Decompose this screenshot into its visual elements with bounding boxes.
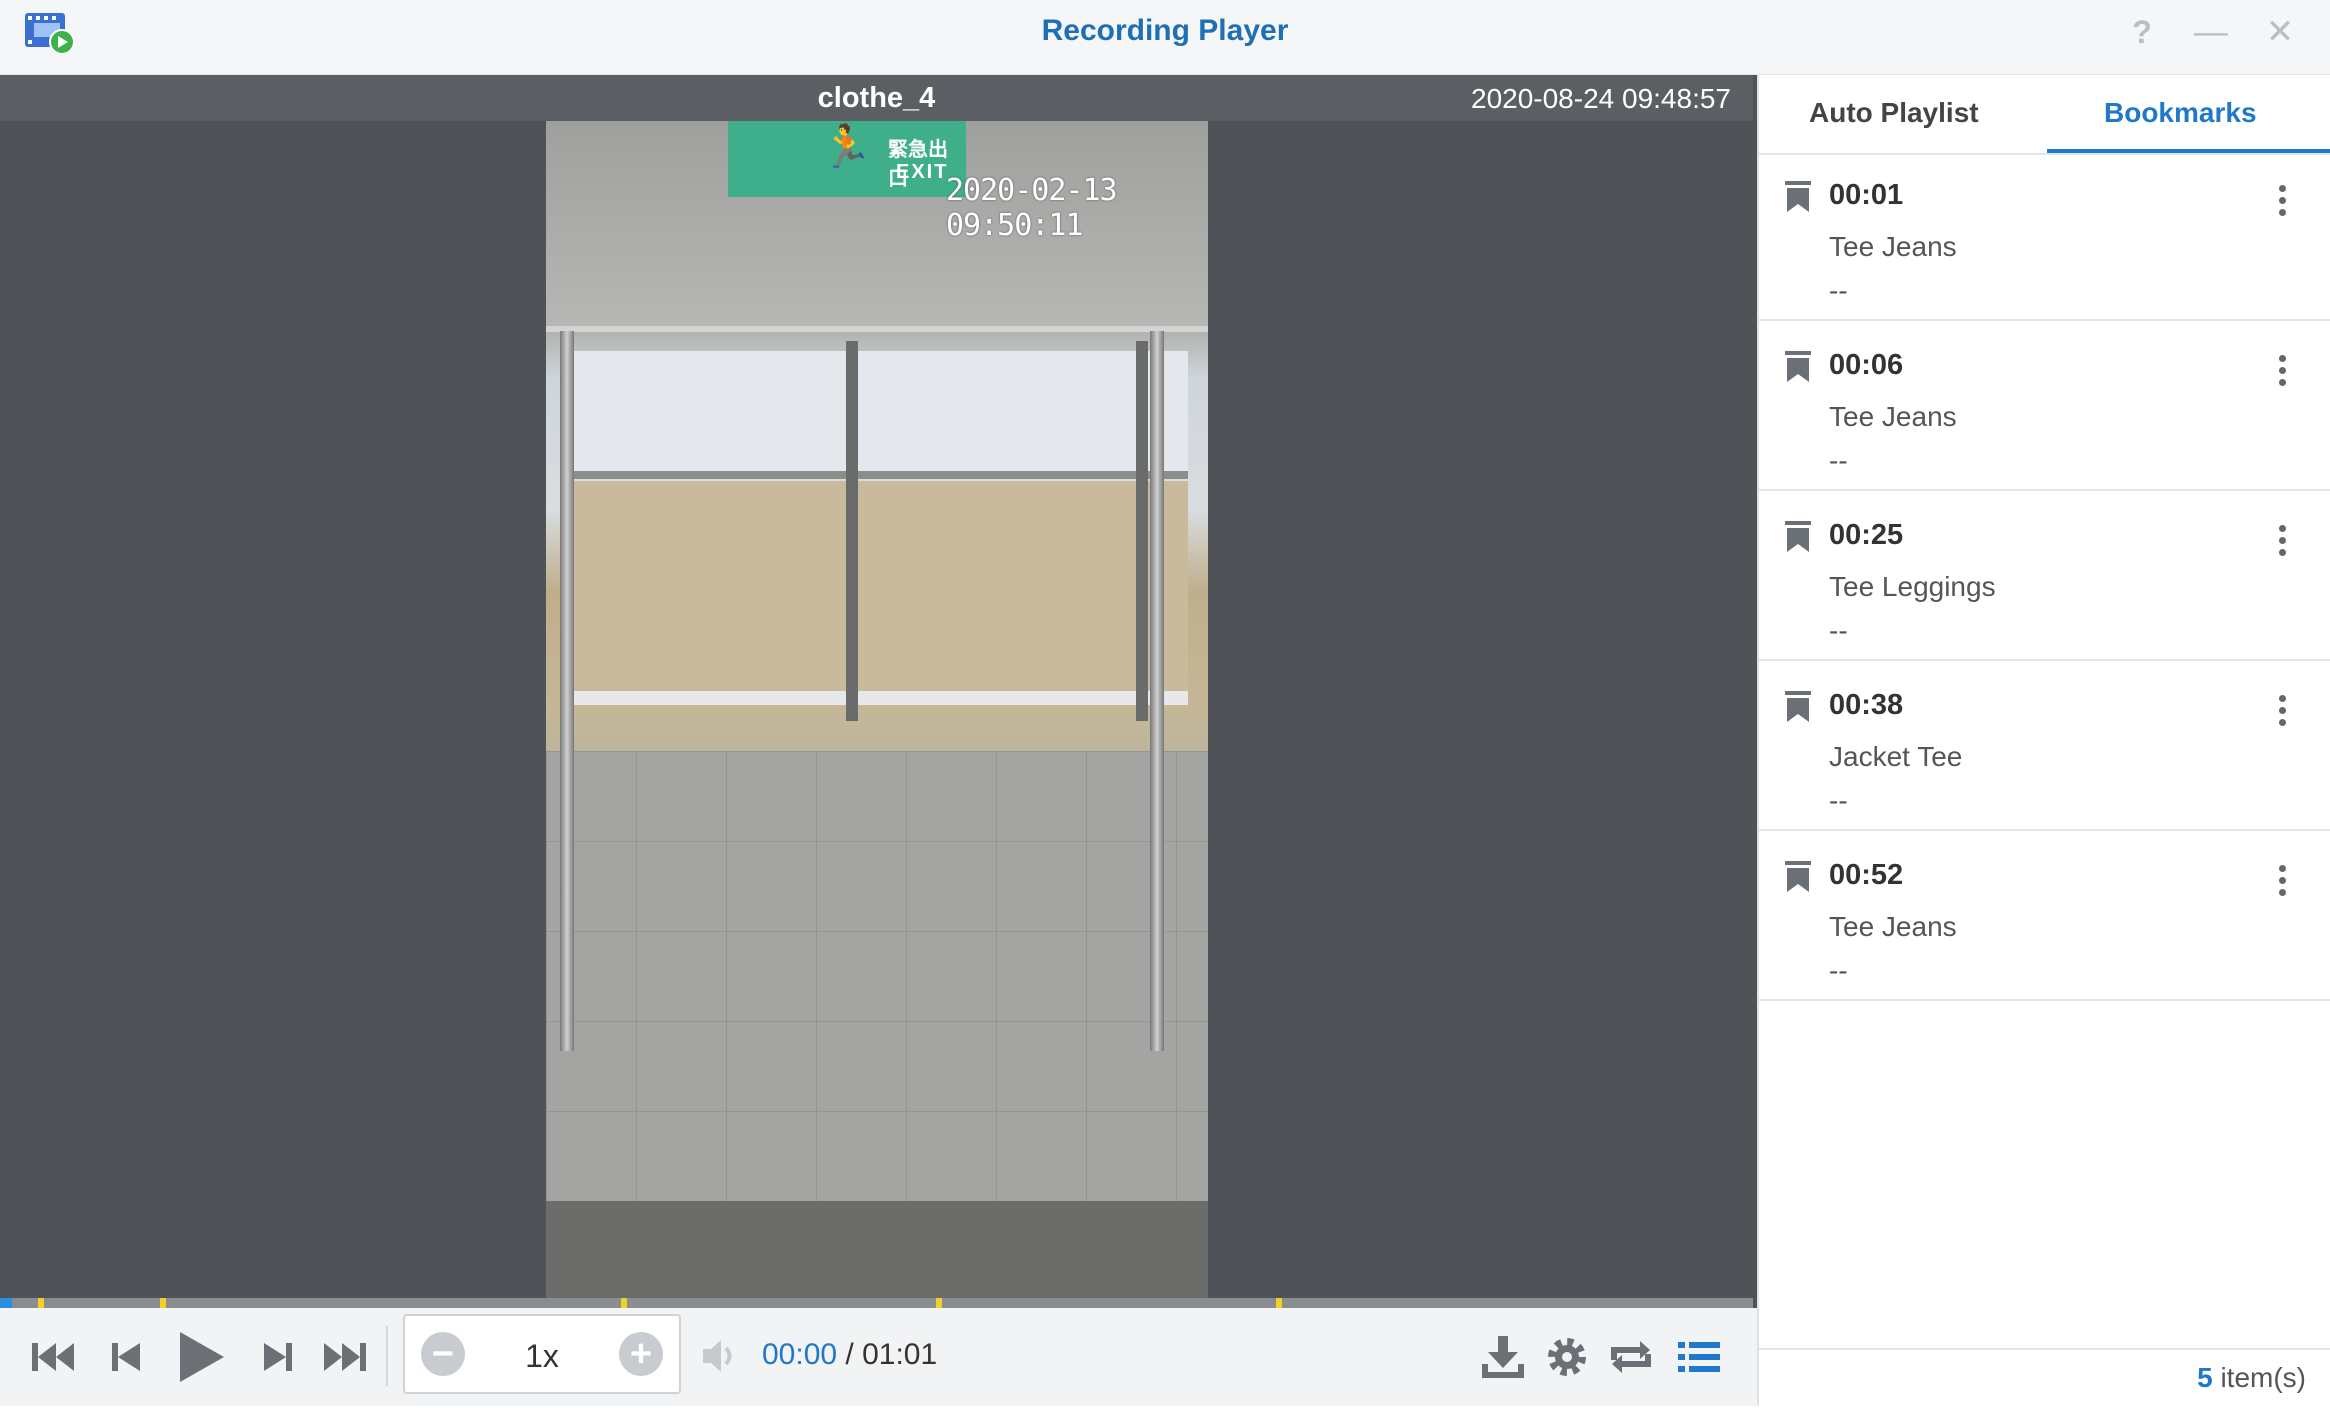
bookmark-label: Jacket Tee — [1829, 741, 1963, 772]
bookmark-time: 00:25 — [1829, 519, 1904, 551]
more-options-icon[interactable] — [2279, 865, 2287, 896]
bookmark-time: 00:01 — [1829, 179, 1904, 211]
tab-bookmarks[interactable]: Bookmarks — [2104, 97, 2257, 129]
bookmark-description: -- — [1829, 785, 1848, 816]
control-bar: − 1x + 00:00 / 01:01 — [0, 1308, 1757, 1406]
video-viewport[interactable]: 🏃 緊急出口 EXIT 2020-02-13 09:50:11 — [0, 121, 1753, 1298]
bookmark-description: -- — [1829, 275, 1848, 306]
bookmark-icon — [1785, 691, 1811, 723]
timeline-bookmark-marker[interactable] — [38, 1298, 44, 1308]
control-separator — [386, 1326, 388, 1386]
help-button[interactable]: ? — [2122, 12, 2162, 52]
bookmark-label: Tee Jeans — [1829, 401, 1957, 432]
time-display: 00:00 / 01:01 — [762, 1338, 937, 1372]
minimize-button[interactable]: — — [2191, 12, 2231, 52]
close-button[interactable]: ✕ — [2260, 12, 2300, 52]
bookmark-time: 00:52 — [1829, 859, 1904, 891]
item-count-number: 5 — [2197, 1362, 2213, 1393]
decrease-speed-button[interactable]: − — [421, 1332, 465, 1376]
skip-to-end-icon[interactable] — [318, 1330, 372, 1384]
bookmark-icon — [1785, 861, 1811, 893]
more-options-icon[interactable] — [2279, 185, 2287, 216]
bookmark-icon — [1785, 521, 1811, 553]
video-scene-window — [566, 351, 1188, 479]
time-separator: / — [837, 1338, 863, 1371]
video-scene-door-handle — [560, 331, 574, 1051]
bookmark-item[interactable]: 00:01 Tee Jeans -- — [1759, 151, 2330, 321]
play-icon[interactable] — [170, 1326, 232, 1388]
bookmark-icon — [1785, 181, 1811, 213]
volume-icon[interactable] — [697, 1334, 741, 1378]
video-scene-mullion — [1136, 341, 1148, 721]
bookmark-item[interactable]: 00:38 Jacket Tee -- — [1759, 661, 2330, 831]
timeline-progress — [0, 1298, 12, 1308]
playlist-toggle-icon[interactable] — [1672, 1330, 1726, 1384]
exit-sign: 🏃 緊急出口 EXIT — [728, 121, 966, 197]
running-man-icon: 🏃 — [820, 123, 873, 170]
recording-datetime: 2020-08-24 09:48:57 — [1471, 83, 1731, 114]
playback-speed-control: − 1x + — [403, 1314, 681, 1394]
video-scene-hall — [566, 481, 1188, 705]
video-scene-floor — [546, 751, 1208, 1231]
video-player: clothe_4 2020-08-24 09:48:57 🏃 緊急出口 EXIT… — [0, 75, 1757, 1406]
video-scene-mat — [546, 1201, 1208, 1298]
more-options-icon[interactable] — [2279, 695, 2287, 726]
bookmark-label: Tee Leggings — [1829, 571, 1996, 602]
bookmark-description: -- — [1829, 615, 1848, 646]
more-options-icon[interactable] — [2279, 525, 2287, 556]
sidebar-tabs: Auto Playlist Bookmarks — [1759, 75, 2330, 155]
video-scene-mullion — [846, 341, 858, 721]
bookmark-icon — [1785, 351, 1811, 383]
video-frame[interactable]: 🏃 緊急出口 EXIT 2020-02-13 09:50:11 — [546, 121, 1208, 1298]
playback-speed-value: 1x — [525, 1338, 559, 1374]
bookmark-item[interactable]: 00:25 Tee Leggings -- — [1759, 491, 2330, 661]
more-options-icon[interactable] — [2279, 355, 2287, 386]
sidebar-footer: 5 item(s) — [1759, 1348, 2330, 1408]
timeline-bookmark-marker[interactable] — [1276, 1298, 1282, 1308]
bookmark-time: 00:38 — [1829, 689, 1904, 721]
bookmark-item[interactable]: 00:06 Tee Jeans -- — [1759, 321, 2330, 491]
bookmark-item[interactable]: 00:52 Tee Jeans -- — [1759, 831, 2330, 1001]
next-frame-icon[interactable] — [250, 1330, 304, 1384]
item-count: 5 item(s) — [2197, 1362, 2306, 1394]
sidebar: Auto Playlist Bookmarks 00:01 Tee Jeans --… — [1757, 75, 2330, 1408]
timeline-bookmark-marker[interactable] — [936, 1298, 942, 1308]
timeline-bookmark-marker[interactable] — [621, 1298, 627, 1308]
current-time: 00:00 — [762, 1338, 838, 1371]
settings-gear-icon[interactable] — [1540, 1330, 1594, 1384]
tab-auto-playlist[interactable]: Auto Playlist — [1809, 97, 1979, 129]
title-bar: Recording Player ? — ✕ — [0, 0, 2330, 75]
item-count-suffix: item(s) — [2212, 1362, 2306, 1393]
playback-timeline[interactable] — [0, 1298, 1753, 1308]
skip-to-start-icon[interactable] — [26, 1330, 80, 1384]
bookmark-label: Tee Jeans — [1829, 231, 1957, 262]
increase-speed-button[interactable]: + — [619, 1332, 663, 1376]
bookmark-time: 00:06 — [1829, 349, 1904, 381]
video-overlay-timestamp: 2020-02-13 09:50:11 — [946, 173, 1118, 243]
bookmark-description: -- — [1829, 955, 1848, 986]
exit-sign-en: EXIT — [896, 161, 949, 183]
timeline-bookmark-marker[interactable] — [160, 1298, 166, 1308]
video-scene-door-handle — [1150, 331, 1164, 1051]
total-time: 01:01 — [862, 1338, 938, 1371]
previous-frame-icon[interactable] — [100, 1330, 154, 1384]
bookmark-label: Tee Jeans — [1829, 911, 1957, 942]
repeat-icon[interactable] — [1604, 1330, 1658, 1384]
video-header: clothe_4 2020-08-24 09:48:57 — [0, 75, 1753, 121]
download-icon[interactable] — [1476, 1330, 1530, 1384]
window-title: Recording Player — [1041, 14, 1289, 47]
bookmark-description: -- — [1829, 445, 1848, 476]
